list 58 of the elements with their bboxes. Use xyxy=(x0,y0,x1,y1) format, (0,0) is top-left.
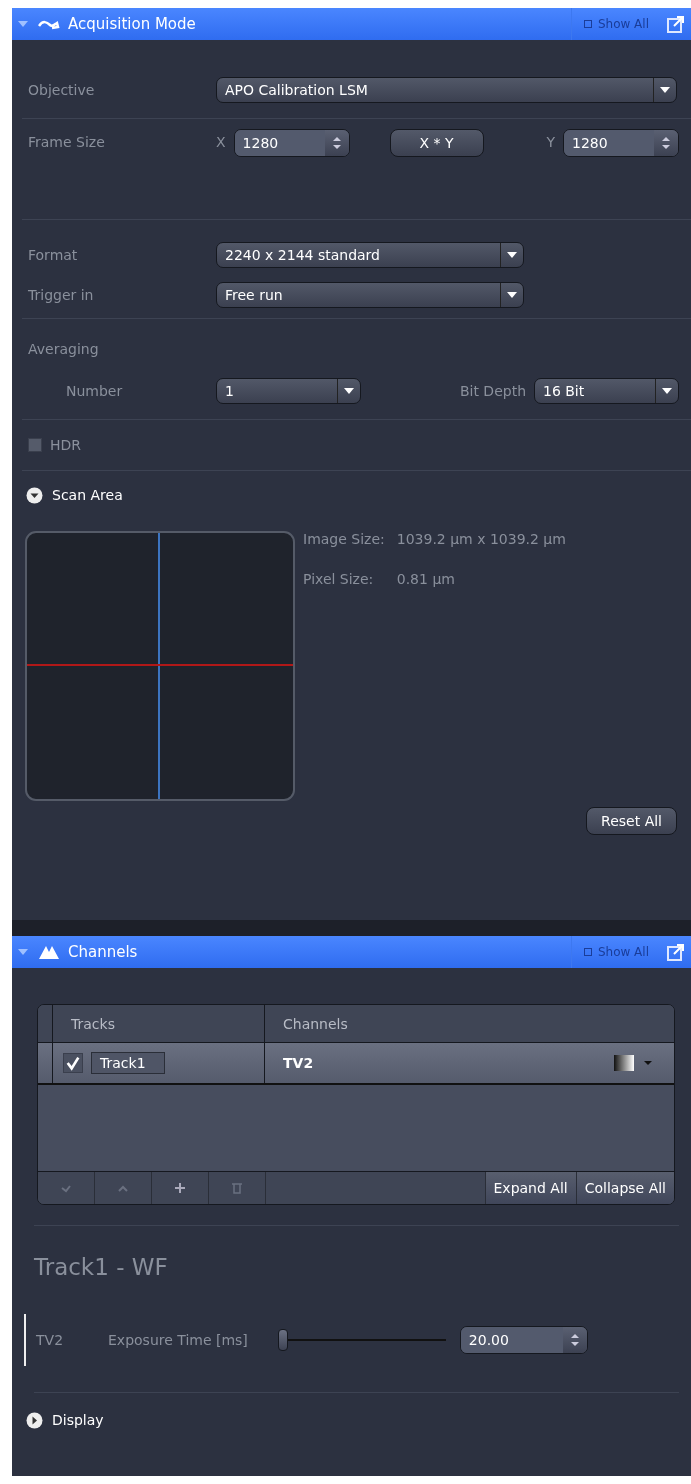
channel-label: TV2 xyxy=(36,1332,65,1348)
exposure-slider[interactable] xyxy=(277,1329,446,1351)
dropdown[interactable]: Free run xyxy=(216,282,524,308)
mountain-icon xyxy=(38,945,60,959)
dropdown[interactable]: 1 xyxy=(216,378,361,404)
checkbox-label: HDR xyxy=(50,437,82,453)
table-row[interactable]: Track1 TV2 xyxy=(38,1043,674,1085)
info-value: 0.81 µm xyxy=(396,571,456,587)
spin-arrows-icon[interactable] xyxy=(332,136,341,150)
expand-icon[interactable] xyxy=(26,486,43,504)
color-gradient-dropdown[interactable] xyxy=(614,1055,654,1071)
number-field[interactable]: 1280 xyxy=(233,129,350,157)
track-title: Track1 - WF xyxy=(33,1253,169,1282)
info-label: Pixel Size: xyxy=(303,571,375,587)
number-field[interactable]: 1280 xyxy=(563,129,679,157)
aspect-link-button[interactable]: X * Y xyxy=(389,129,484,157)
panel-header[interactable]: Acquisition Mode Show All xyxy=(12,8,691,40)
section-label: Averaging xyxy=(28,341,99,357)
axis-label: Y xyxy=(546,133,555,150)
field-label: Format xyxy=(28,247,79,263)
section-title: Scan Area xyxy=(52,487,123,503)
info-label: Image Size: xyxy=(303,531,385,547)
dropdown[interactable]: APO Calibration LSM xyxy=(216,77,677,103)
spin-arrows-icon[interactable] xyxy=(662,136,670,150)
track-name-field[interactable]: Track1 xyxy=(91,1052,165,1074)
slider-thumb[interactable] xyxy=(277,1329,288,1351)
expand-all-button[interactable]: Expand All xyxy=(485,1172,577,1204)
field-label: Number xyxy=(65,383,124,399)
dropdown[interactable]: 16 Bit xyxy=(534,378,679,404)
dropdown[interactable]: 2240 x 2144 standard xyxy=(216,242,524,268)
column-header: Tracks xyxy=(53,1005,265,1042)
undock-icon[interactable] xyxy=(667,943,685,961)
panel-title: Acquisition Mode xyxy=(68,15,197,33)
caret-icon[interactable] xyxy=(660,87,670,93)
caret-icon[interactable] xyxy=(344,388,354,394)
section-title: Display xyxy=(52,1412,104,1428)
axis-label: X xyxy=(216,133,226,150)
table-cell-text: TV2 xyxy=(283,1055,315,1071)
field-label: Objective xyxy=(28,82,96,98)
panel-header[interactable]: Channels Show All xyxy=(12,936,691,968)
info-value: 1039.2 µm x 1039.2 µm xyxy=(396,531,566,547)
field-label: Trigger in xyxy=(28,287,95,303)
column-header: Channels xyxy=(282,1014,349,1034)
caret-icon[interactable] xyxy=(662,388,672,394)
caret-icon[interactable] xyxy=(507,252,517,258)
field-label: Bit Depth xyxy=(459,383,526,399)
panel-title: Channels xyxy=(68,943,139,961)
field-label: Exposure Time [ms] xyxy=(108,1332,248,1348)
checkbox[interactable] xyxy=(28,438,42,452)
undock-icon[interactable] xyxy=(667,15,685,33)
number-field[interactable]: 20.00 xyxy=(459,1326,588,1354)
checkbox[interactable] xyxy=(63,1053,83,1073)
collapse-all-button[interactable]: Collapse All xyxy=(576,1172,674,1204)
collapse-icon[interactable] xyxy=(26,1411,43,1429)
field-label: Frame Size xyxy=(28,133,106,150)
spin-arrows-icon[interactable] xyxy=(570,1333,579,1347)
caret-icon[interactable] xyxy=(507,292,517,298)
reset-all-button[interactable]: Reset All xyxy=(586,807,677,835)
